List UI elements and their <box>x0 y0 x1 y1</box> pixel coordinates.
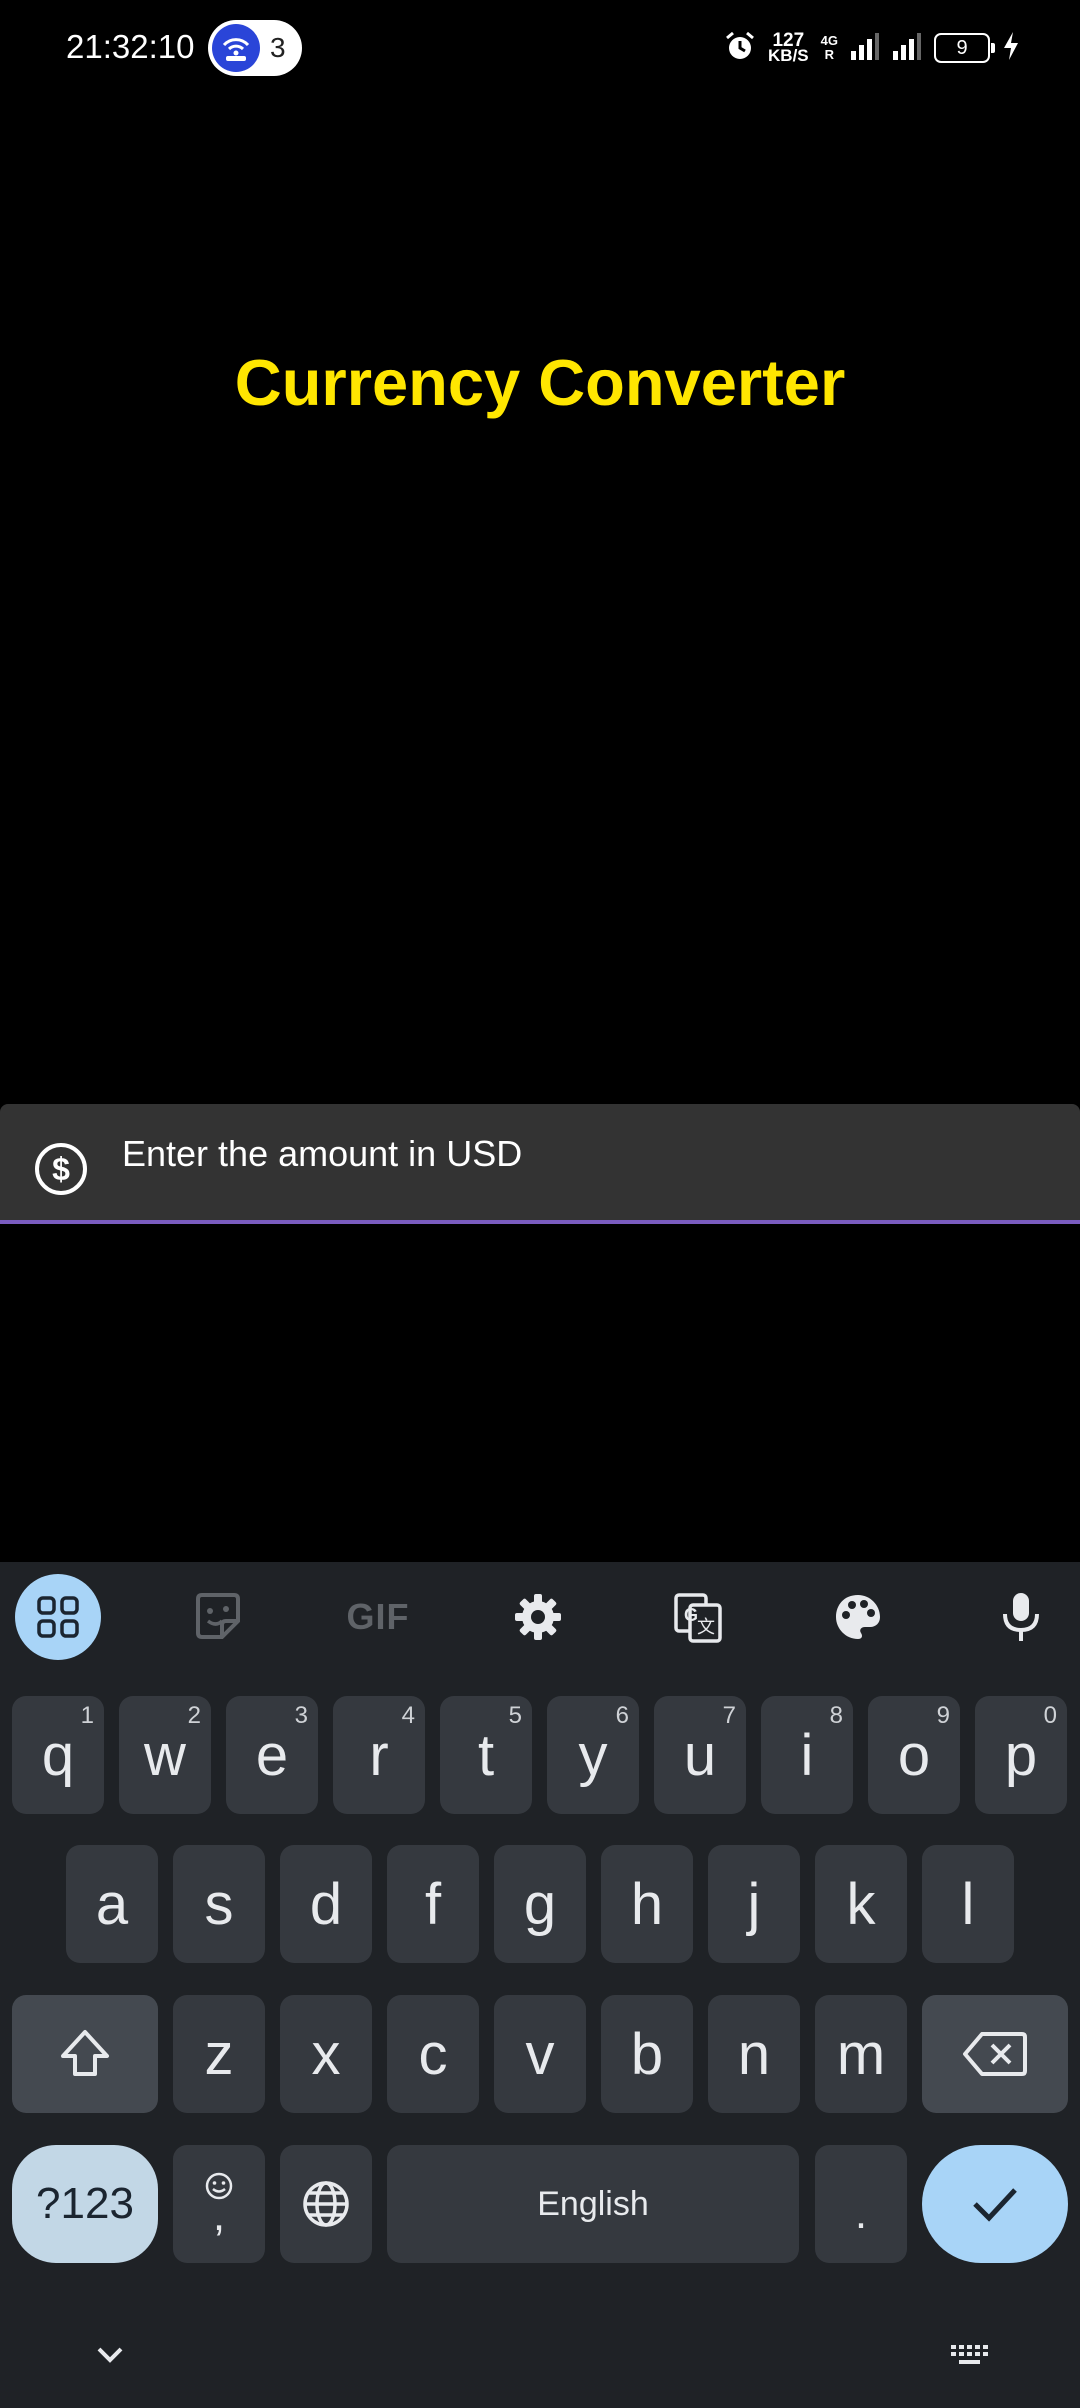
svg-text:G: G <box>684 1605 698 1625</box>
amount-field[interactable]: $ <box>0 1104 1080 1224</box>
network-type-icon: 4G R <box>820 33 838 62</box>
dollar-circle-icon: $ <box>34 1142 88 1196</box>
backspace-key[interactable] <box>922 1995 1068 2113</box>
shift-icon <box>61 2030 109 2076</box>
key-z[interactable]: z <box>173 1995 265 2113</box>
key-g[interactable]: g <box>494 1845 586 1963</box>
shift-key[interactable] <box>12 1995 158 2113</box>
mic-icon[interactable] <box>978 1574 1064 1660</box>
sticker-icon[interactable] <box>175 1574 261 1660</box>
key-d[interactable]: d <box>280 1845 372 1963</box>
svg-text:文: 文 <box>697 1617 715 1637</box>
key-x[interactable]: x <box>280 1995 372 2113</box>
key-h[interactable]: h <box>601 1845 693 1963</box>
key-f[interactable]: f <box>387 1845 479 1963</box>
signal-icon-1 <box>850 31 880 66</box>
key-i[interactable]: i8 <box>761 1696 853 1814</box>
key-r[interactable]: r4 <box>333 1696 425 1814</box>
key-m[interactable]: m <box>815 1995 907 2113</box>
key-q[interactable]: q1 <box>12 1696 104 1814</box>
key-o[interactable]: o9 <box>868 1696 960 1814</box>
apps-grid-icon[interactable] <box>15 1574 101 1660</box>
key-a[interactable]: a <box>66 1845 158 1963</box>
key-b[interactable]: b <box>601 1995 693 2113</box>
key-c[interactable]: c <box>387 1995 479 2113</box>
svg-text:$: $ <box>52 1151 70 1187</box>
symbols-key[interactable]: ?123 <box>12 2145 158 2263</box>
key-l[interactable]: l <box>922 1845 1014 1963</box>
key-n[interactable]: n <box>708 1995 800 2113</box>
key-u[interactable]: u7 <box>654 1696 746 1814</box>
translate-icon[interactable]: G 文 <box>655 1574 741 1660</box>
enter-key[interactable] <box>922 2145 1068 2263</box>
backspace-icon <box>963 2032 1027 2076</box>
key-t[interactable]: t5 <box>440 1696 532 1814</box>
key-j[interactable]: j <box>708 1845 800 1963</box>
key-p[interactable]: p0 <box>975 1696 1067 1814</box>
space-key[interactable]: English <box>387 2145 799 2263</box>
battery-level: 9 <box>956 36 968 59</box>
keyboard: GIF G 文 q 1 w 2 e 3 r 4 t 5 y 6 u 7 i 8 … <box>0 1562 1080 2408</box>
hotspot-count: 3 <box>270 32 286 63</box>
key-e[interactable]: e3 <box>226 1696 318 1814</box>
keyboard-toolbar: GIF G 文 <box>0 1562 1080 1672</box>
key-w[interactable]: w2 <box>119 1696 211 1814</box>
key-y[interactable]: y6 <box>547 1696 639 1814</box>
hotspot-icon <box>212 24 260 72</box>
signal-icon-2 <box>892 31 922 66</box>
network-speed: 127 KB/S <box>768 30 809 65</box>
period-key[interactable]: . <box>815 2145 907 2263</box>
charging-icon <box>1002 31 1020 66</box>
settings-icon[interactable] <box>495 1574 581 1660</box>
globe-icon <box>303 2181 349 2227</box>
status-bar: 21:32:10 3 127 KB/S 4G R 9 <box>0 0 1080 96</box>
key-s[interactable]: s <box>173 1845 265 1963</box>
amount-input[interactable] <box>122 1126 1022 1182</box>
key-v[interactable]: v <box>494 1995 586 2113</box>
keyboard-switch-icon[interactable] <box>948 2338 992 2372</box>
battery-icon: 9 <box>934 33 995 63</box>
gif-icon[interactable]: GIF <box>335 1574 421 1660</box>
alarm-icon <box>724 30 756 67</box>
hotspot-indicator[interactable]: 3 <box>208 20 302 76</box>
key-k[interactable]: k <box>815 1845 907 1963</box>
emoji-comma-key[interactable]: , <box>173 2145 265 2263</box>
status-icons: 127 KB/S 4G R 9 <box>724 26 1020 70</box>
hide-keyboard-chevron-down-icon[interactable] <box>88 2338 132 2372</box>
language-key[interactable] <box>280 2145 372 2263</box>
page-title: Currency Converter <box>234 346 846 419</box>
status-time: 21:32:10 <box>66 28 195 65</box>
palette-icon[interactable] <box>815 1574 901 1660</box>
checkmark-icon <box>973 2188 1017 2222</box>
